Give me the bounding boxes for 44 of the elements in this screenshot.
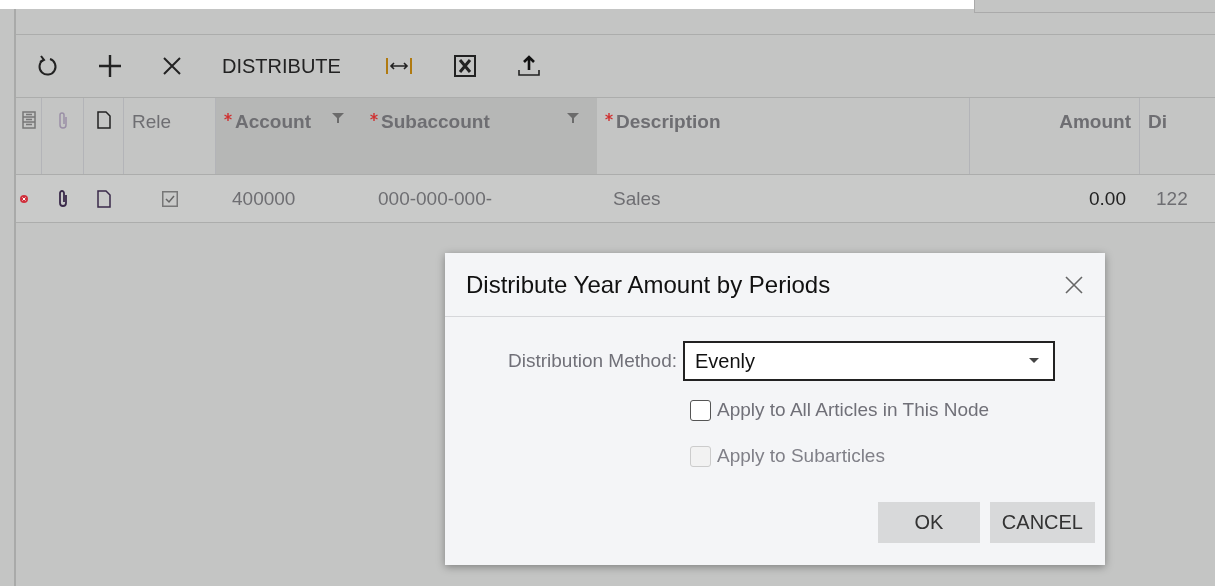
column-header[interactable]: Di [1148, 111, 1167, 133]
dropdown-field[interactable]: Evenly [683, 341, 1055, 381]
plus-icon [98, 54, 122, 78]
upload-button[interactable] [516, 54, 541, 78]
refresh-icon [36, 55, 58, 77]
table-cell: 000-000-000- [378, 187, 493, 210]
distribute-button[interactable]: DISTRIBUTE [222, 54, 341, 78]
close-icon [162, 56, 182, 76]
table-cell: 400000 [232, 187, 296, 210]
document-icon[interactable] [97, 189, 111, 208]
close-icon [1065, 275, 1083, 294]
column-header[interactable]: Amount [1059, 111, 1131, 133]
export-excel-button[interactable] [452, 54, 477, 78]
document-icon [96, 111, 111, 129]
table-cell: 122 [1156, 187, 1188, 210]
table-cell: Sales [613, 187, 661, 210]
refresh-button[interactable] [36, 55, 58, 77]
close-button[interactable] [1065, 275, 1083, 294]
column-header[interactable]: Account [235, 111, 311, 133]
column-settings-icon[interactable] [21, 111, 36, 129]
column-header[interactable]: Rele [132, 111, 172, 133]
paperclip-icon[interactable] [57, 188, 69, 209]
checkbox[interactable] [162, 190, 178, 207]
column-header[interactable]: Subaccount [381, 111, 490, 133]
input-field[interactable] [974, 0, 1215, 13]
caret-icon [1029, 358, 1039, 364]
checkbox-label: Apply to All Articles in This Node [717, 399, 990, 421]
field-label: Distribution Method: [507, 350, 678, 372]
add-button[interactable] [98, 54, 122, 78]
fit-columns-button[interactable] [384, 56, 413, 76]
filter-icon[interactable] [332, 112, 344, 124]
column-header[interactable]: Description [616, 111, 721, 133]
table-cell: 0.00 [1089, 187, 1126, 210]
checkbox-label: Apply to Subarticles [717, 445, 885, 467]
upload-icon [516, 54, 541, 78]
paperclip-icon [56, 111, 69, 131]
fit-width-icon [384, 56, 413, 76]
delete-button[interactable] [162, 56, 182, 76]
checkbox[interactable] [690, 399, 711, 421]
excel-icon [452, 54, 477, 78]
cancel-button[interactable]: CANCEL [989, 502, 1095, 543]
filter-icon[interactable] [567, 112, 579, 124]
dialog-title: Distribute Year Amount by Periods [466, 270, 831, 299]
ok-button[interactable]: OK [877, 502, 980, 543]
